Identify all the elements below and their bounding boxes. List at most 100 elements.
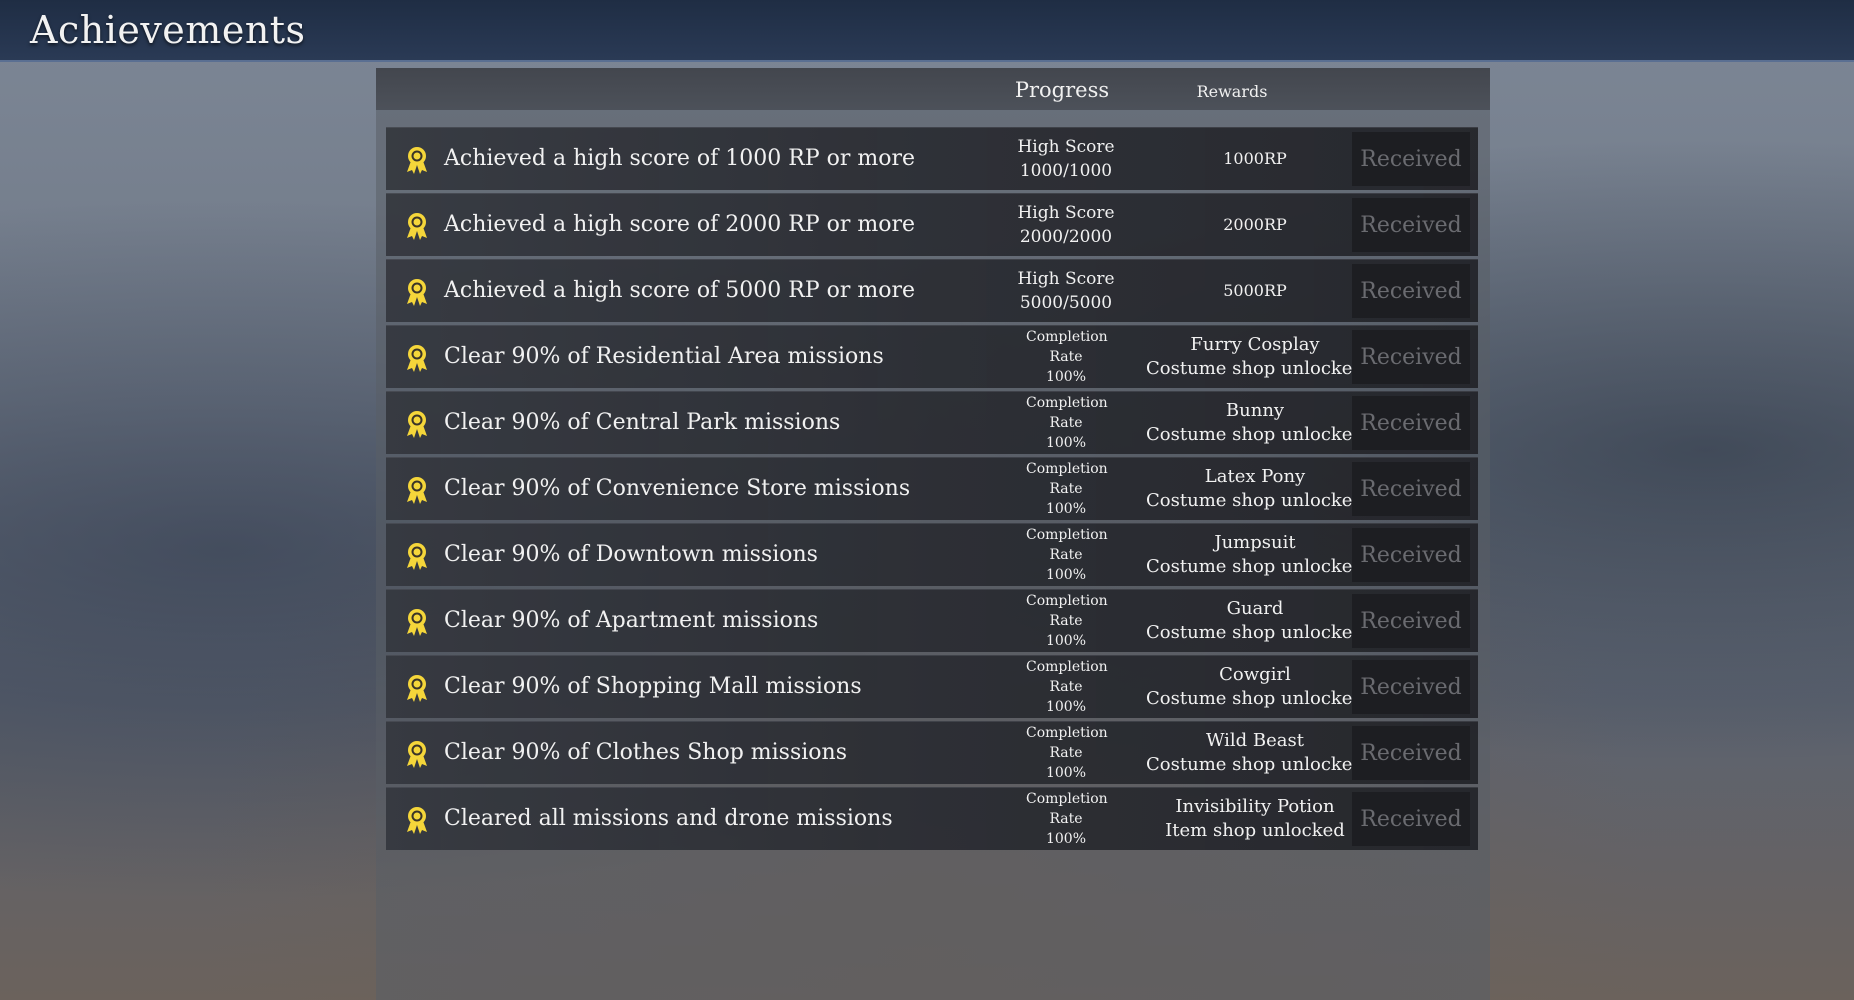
progress-label: Completion Rate xyxy=(1026,461,1108,497)
progress-label: Completion Rate xyxy=(1026,527,1108,563)
achievement-progress: Completion Rate 100% xyxy=(1006,590,1126,652)
reward-unlock-text: Costume shop unlocked xyxy=(1146,358,1364,379)
rewards-column-header: Rewards xyxy=(1196,82,1268,101)
achievement-progress: Completion Rate 100% xyxy=(1006,656,1126,718)
achievement-progress: Completion Rate 100% xyxy=(1006,524,1126,586)
progress-value: 100% xyxy=(1045,765,1087,781)
progress-value: 100% xyxy=(1045,633,1087,649)
progress-value: 5000/5000 xyxy=(1019,293,1113,313)
received-button[interactable]: Received xyxy=(1352,792,1470,846)
progress-label: Completion Rate xyxy=(1026,791,1108,827)
achievement-badge-icon xyxy=(404,146,430,174)
progress-value: 100% xyxy=(1045,435,1087,451)
reward-name: 2000RP xyxy=(1223,215,1287,234)
achievement-title: Achieved a high score of 2000 RP or more xyxy=(444,212,916,237)
reward-unlock-text: Costume shop unlocked xyxy=(1146,622,1364,643)
reward-name: Latex Pony xyxy=(1204,466,1306,487)
achievement-title: Cleared all missions and drone missions xyxy=(444,806,893,831)
achievement-badge-icon xyxy=(404,344,430,372)
achievement-row: Achieved a high score of 2000 RP or more… xyxy=(386,193,1478,256)
progress-label: High Score xyxy=(1017,137,1115,157)
achievement-progress: Completion Rate 100% xyxy=(1006,722,1126,784)
achievement-badge-icon xyxy=(404,212,430,240)
received-button[interactable]: Received xyxy=(1352,396,1470,450)
achievement-title: Clear 90% of Apartment missions xyxy=(444,608,819,633)
achievement-row: Achieved a high score of 1000 RP or more… xyxy=(386,127,1478,190)
achievement-reward: 1000RP xyxy=(1130,128,1380,190)
achievement-reward: Wild Beast Costume shop unlocked xyxy=(1130,722,1380,784)
achievement-badge-icon xyxy=(404,476,430,504)
reward-unlock-text: Costume shop unlocked xyxy=(1146,556,1364,577)
reward-name: 5000RP xyxy=(1223,281,1287,300)
progress-column-header: Progress xyxy=(1014,78,1110,102)
reward-unlock-text: Costume shop unlocked xyxy=(1146,688,1364,709)
achievement-badge-icon xyxy=(404,278,430,306)
achievement-reward: Bunny Costume shop unlocked xyxy=(1130,392,1380,454)
reward-name: Furry Cosplay xyxy=(1190,334,1320,355)
reward-name: Cowgirl xyxy=(1219,664,1291,685)
progress-label: Completion Rate xyxy=(1026,395,1108,431)
progress-label: Completion Rate xyxy=(1026,593,1108,629)
received-button[interactable]: Received xyxy=(1352,264,1470,318)
achievement-title: Clear 90% of Convenience Store missions xyxy=(444,476,911,501)
reward-unlock-text: Item shop unlocked xyxy=(1165,820,1345,841)
reward-unlock-text: Costume shop unlocked xyxy=(1146,424,1364,445)
progress-value: 1000/1000 xyxy=(1019,161,1113,181)
achievement-reward: Latex Pony Costume shop unlocked xyxy=(1130,458,1380,520)
achievement-reward: Guard Costume shop unlocked xyxy=(1130,590,1380,652)
progress-label: Completion Rate xyxy=(1026,659,1108,695)
progress-value: 100% xyxy=(1045,567,1087,583)
achievement-title: Achieved a high score of 5000 RP or more xyxy=(444,278,916,303)
achievement-badge-icon xyxy=(404,674,430,702)
progress-label: High Score xyxy=(1017,203,1115,223)
achievement-title: Achieved a high score of 1000 RP or more xyxy=(444,146,916,171)
achievement-title: Clear 90% of Downtown missions xyxy=(444,542,818,567)
achievement-row: Clear 90% of Apartment missions Completio… xyxy=(386,589,1478,652)
received-button[interactable]: Received xyxy=(1352,132,1470,186)
received-button[interactable]: Received xyxy=(1352,198,1470,252)
achievement-row: Achieved a high score of 5000 RP or more… xyxy=(386,259,1478,322)
progress-value: 100% xyxy=(1045,501,1087,517)
received-button[interactable]: Received xyxy=(1352,594,1470,648)
achievement-progress: High Score 2000/2000 xyxy=(1006,194,1126,256)
received-button[interactable]: Received xyxy=(1352,528,1470,582)
achievement-badge-icon xyxy=(404,608,430,636)
achievement-title: Clear 90% of Central Park missions xyxy=(444,410,841,435)
reward-name: 1000RP xyxy=(1223,149,1287,168)
achievement-reward: Jumpsuit Costume shop unlocked xyxy=(1130,524,1380,586)
progress-label: Completion Rate xyxy=(1026,725,1108,761)
achievement-progress: Completion Rate 100% xyxy=(1006,392,1126,454)
reward-unlock-text: Costume shop unlocked xyxy=(1146,754,1364,775)
progress-value: 100% xyxy=(1045,831,1087,847)
achievement-row: Clear 90% of Downtown missions Completion… xyxy=(386,523,1478,586)
achievement-reward: 2000RP xyxy=(1130,194,1380,256)
achievement-reward: Cowgirl Costume shop unlocked xyxy=(1130,656,1380,718)
received-button[interactable]: Received xyxy=(1352,330,1470,384)
achievement-list: Achieved a high score of 1000 RP or more… xyxy=(386,127,1478,853)
page-title: Achievements xyxy=(30,8,306,52)
achievement-badge-icon xyxy=(404,740,430,768)
achievement-reward: 5000RP xyxy=(1130,260,1380,322)
achievement-row: Clear 90% of Shopping Mall missions Compl… xyxy=(386,655,1478,718)
achievement-row: Clear 90% of Residential Area missions Co… xyxy=(386,325,1478,388)
reward-name: Bunny xyxy=(1225,400,1285,421)
received-button[interactable]: Received xyxy=(1352,726,1470,780)
achievement-row: Clear 90% of Central Park missions Comple… xyxy=(386,391,1478,454)
achievement-title: Clear 90% of Residential Area missions xyxy=(444,344,884,369)
achievement-badge-icon xyxy=(404,542,430,570)
achievement-title: Clear 90% of Clothes Shop missions xyxy=(444,740,847,765)
column-header-bar xyxy=(376,68,1490,110)
achievement-progress: Completion Rate 100% xyxy=(1006,458,1126,520)
received-button[interactable]: Received xyxy=(1352,462,1470,516)
achievement-row: Clear 90% of Clothes Shop missions Comple… xyxy=(386,721,1478,784)
achievement-badge-icon xyxy=(404,806,430,834)
achievement-progress: High Score 5000/5000 xyxy=(1006,260,1126,322)
achievement-progress: Completion Rate 100% xyxy=(1006,326,1126,388)
achievement-progress: High Score 1000/1000 xyxy=(1006,128,1126,190)
reward-name: Guard xyxy=(1226,598,1284,619)
achievement-badge-icon xyxy=(404,410,430,438)
reward-name: Wild Beast xyxy=(1205,730,1305,751)
achievement-reward: Furry Cosplay Costume shop unlocked xyxy=(1130,326,1380,388)
received-button[interactable]: Received xyxy=(1352,660,1470,714)
achievement-title: Clear 90% of Shopping Mall missions xyxy=(444,674,862,699)
